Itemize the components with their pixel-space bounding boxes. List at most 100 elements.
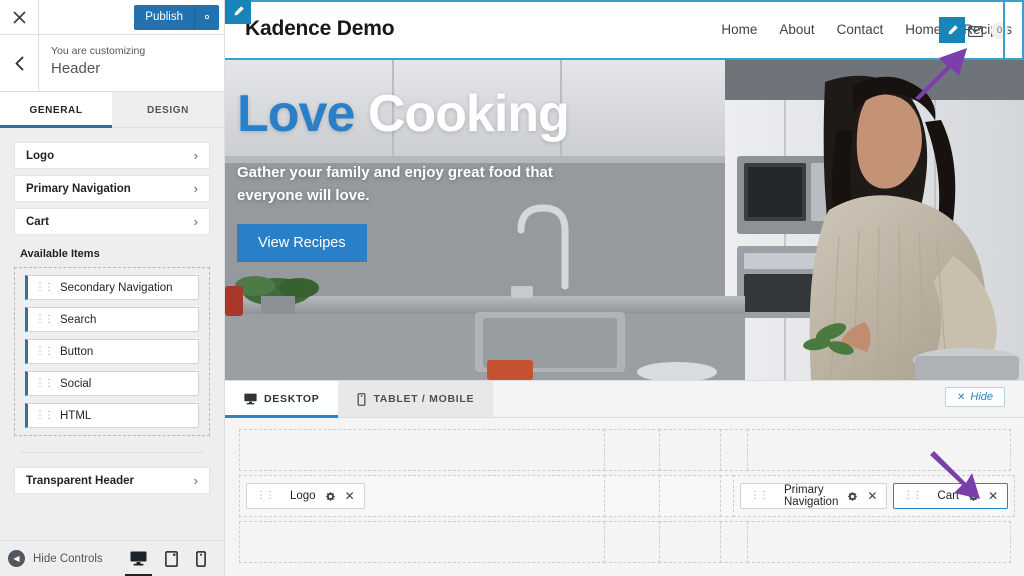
builder-cell-bottom-center[interactable] [659,521,721,563]
builder-cell-bottom-center-left[interactable] [604,521,660,563]
cart-remove-button[interactable]: ✕ [988,489,998,503]
nav-item-about[interactable]: About [779,22,814,37]
hide-controls-button[interactable]: ◀ Hide Controls [8,550,103,567]
builder-row-bottom [239,521,1011,563]
hero-cta-button[interactable]: View Recipes [237,223,367,262]
available-item-button[interactable]: ⋮⋮ Button [25,339,199,364]
header-edit-badge[interactable] [225,0,251,24]
desktop-icon [244,393,257,405]
sidebar-divider [20,452,204,453]
available-item-secondary-navigation[interactable]: ⋮⋮ Secondary Navigation [25,275,199,300]
tablet-preview-icon[interactable] [165,550,178,567]
sidebar-item-label: Cart [26,215,50,228]
close-customizer-button[interactable] [0,0,39,34]
tab-tablet-mobile-label: TABLET / MOBILE [373,393,475,405]
drag-handle-icon[interactable]: ⋮⋮ [35,410,54,421]
available-items-heading: Available Items [20,248,100,260]
back-button[interactable] [0,35,39,91]
panel-header-text: You are customizing Header [39,35,145,91]
builder-cell-main-center-right[interactable] [720,475,734,517]
desktop-icon [130,551,147,566]
builder-cell-top-center[interactable] [659,429,721,471]
hide-controls-label: Hide Controls [33,552,103,565]
desktop-preview-icon[interactable] [125,551,152,576]
primary-navigation-settings-button[interactable] [847,491,858,502]
builder-grid: ⋮⋮ Logo ✕ ⋮⋮ Primary Navigation ✕ ⋮⋮ Car… [225,418,1024,563]
mobile-icon [357,392,366,406]
available-item-html[interactable]: ⋮⋮ HTML [25,403,199,428]
mobile-preview-icon[interactable] [196,550,206,567]
chevron-right-icon: › [193,473,198,488]
hero-subtitle: Gather your family and enjoy great food … [237,164,553,205]
available-item-label: Search [60,313,97,326]
builder-row-top [239,429,1011,471]
builder-cell-top-left[interactable] [239,429,605,471]
builder-item-primary-navigation[interactable]: ⋮⋮ Primary Navigation ✕ [740,483,888,509]
builder-cell-main-left[interactable]: ⋮⋮ Logo ✕ [239,475,605,517]
nav-item-contact[interactable]: Contact [837,22,884,37]
hero-heading-rest: Cooking [367,85,570,143]
sidebar-item-primary-navigation[interactable]: Primary Navigation › [14,175,210,202]
collapse-icon: ◀ [8,550,25,567]
builder-cell-main-center-left[interactable] [604,475,660,517]
logo-remove-button[interactable]: ✕ [345,489,355,503]
hide-builder-button[interactable]: ✕ Hide [944,387,1005,407]
builder-item-cart[interactable]: ⋮⋮ Cart ✕ [893,483,1009,509]
builder-cell-main-right[interactable]: ⋮⋮ Primary Navigation ✕ ⋮⋮ Cart ✕ [733,475,1016,517]
sidebar-item-transparent-header[interactable]: Transparent Header › [14,467,210,494]
drag-handle-icon[interactable]: ⋮⋮ [35,282,54,293]
drag-handle-icon[interactable]: ⋮⋮ [750,491,769,501]
builder-cell-top-right[interactable] [747,429,1011,471]
tab-tablet-mobile[interactable]: TABLET / MOBILE [338,381,494,417]
available-item-social[interactable]: ⋮⋮ Social [25,371,199,396]
gear-icon [848,491,858,501]
publish-settings-button[interactable] [194,4,219,30]
chevron-right-icon: › [193,148,198,163]
customizer-screen: Publish You are customizing Header GENER… [0,0,1024,576]
builder-cell-main-center[interactable] [659,475,721,517]
nav-item-home-2[interactable]: Home [905,22,941,37]
drag-handle-icon[interactable]: ⋮⋮ [35,378,54,389]
chevron-right-icon: › [193,181,198,196]
drag-handle-icon[interactable]: ⋮⋮ [35,346,54,357]
available-items-dropzone[interactable]: ⋮⋮ Secondary Navigation ⋮⋮ Search ⋮⋮ But… [14,267,210,436]
available-item-label: Social [60,377,92,390]
gear-icon [325,491,335,501]
sidebar-item-logo[interactable]: Logo › [14,142,210,169]
available-item-search[interactable]: ⋮⋮ Search [25,307,199,332]
page-title: Header [51,60,101,77]
customizing-label: You are customizing [51,45,146,57]
mobile-icon [196,550,206,567]
pencil-icon [948,24,958,34]
publish-button[interactable]: Publish [134,4,194,30]
device-preview-group [125,550,224,576]
tab-desktop-label: DESKTOP [264,393,320,405]
tab-general[interactable]: GENERAL [0,92,112,128]
drag-handle-icon[interactable]: ⋮⋮ [35,314,54,325]
builder-item-label: Primary Navigation [784,484,839,508]
hero-content: Love Cooking Gather your family and enjo… [237,85,657,262]
sidebar-footer: ◀ Hide Controls [0,540,224,576]
tab-desktop[interactable]: DESKTOP [225,381,339,418]
logo-settings-button[interactable] [325,491,336,502]
builder-device-tabs: DESKTOP TABLET / MOBILE ✕ Hide [225,381,1024,418]
tab-design[interactable]: DESIGN [112,92,224,127]
builder-cell-bottom-left[interactable] [239,521,605,563]
builder-item-logo[interactable]: ⋮⋮ Logo ✕ [246,483,365,509]
primary-navigation-remove-button[interactable]: ✕ [867,489,877,503]
sidebar-item-label: Transparent Header [26,474,135,487]
builder-cell-top-center-left[interactable] [604,429,660,471]
builder-cell-bottom-center-right[interactable] [720,521,748,563]
site-header[interactable]: Kadence Demo Home About Contact Home Rec… [225,0,1024,60]
chevron-right-icon: › [193,214,198,229]
drag-handle-icon[interactable]: ⋮⋮ [256,491,275,501]
cart-settings-button[interactable] [968,491,979,502]
builder-cell-bottom-right[interactable] [747,521,1011,563]
drag-handle-icon[interactable]: ⋮⋮ [903,491,922,501]
navigation-edit-badge[interactable] [939,17,965,43]
nav-item-home[interactable]: Home [721,22,757,37]
builder-cell-top-center-right[interactable] [720,429,748,471]
sidebar-item-cart[interactable]: Cart › [14,208,210,235]
cart-widget[interactable]: 0 [967,0,1014,60]
builder-row-main: ⋮⋮ Logo ✕ ⋮⋮ Primary Navigation ✕ ⋮⋮ Car… [239,475,1016,517]
